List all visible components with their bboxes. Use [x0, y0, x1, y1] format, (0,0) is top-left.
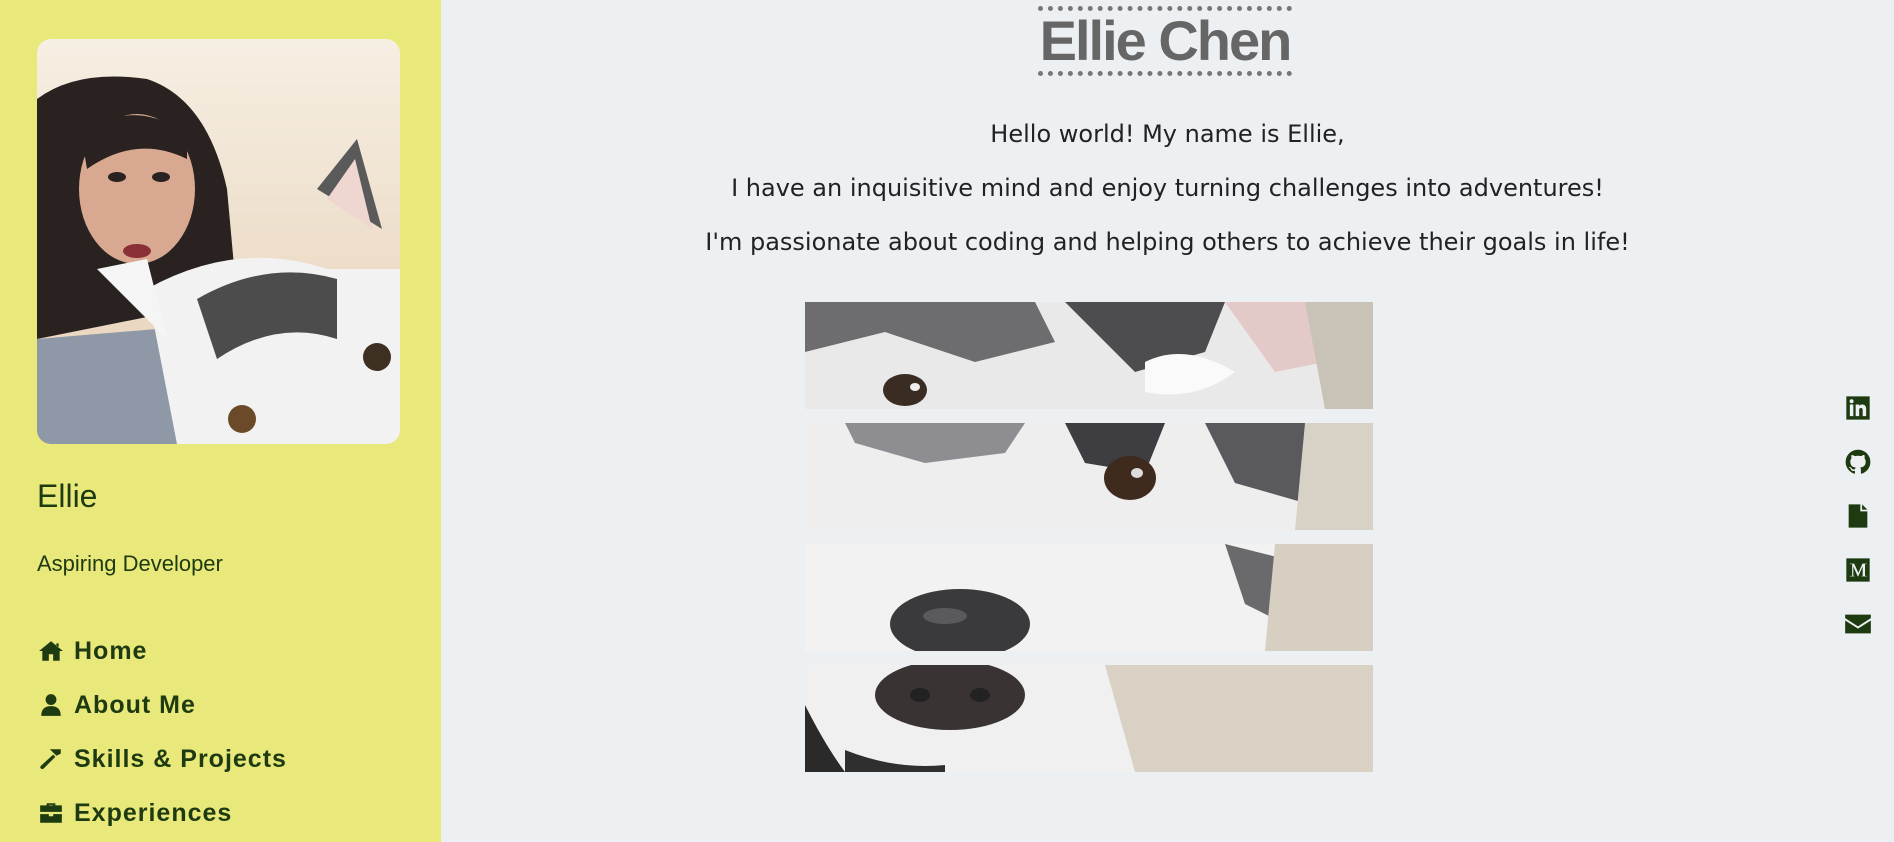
resume-link[interactable] — [1843, 502, 1873, 556]
nav-item-experiences[interactable]: Experiences — [37, 786, 287, 840]
envelope-icon — [1845, 614, 1871, 634]
nav-item-label: About Me — [74, 690, 196, 719]
nav-item-about-me[interactable]: About Me — [37, 678, 287, 732]
intro-text: Hello world! My name is Ellie, I have an… — [441, 116, 1894, 278]
nav-item-home[interactable]: Home — [37, 624, 287, 678]
linkedin-link[interactable] — [1843, 394, 1873, 448]
page-title-text: Ellie Chen — [1037, 6, 1293, 76]
github-link[interactable] — [1843, 448, 1873, 502]
home-icon — [37, 637, 65, 665]
nav-item-skills-projects[interactable]: Skills & Projects — [37, 732, 287, 786]
sidebar-nav: Home About Me Skills & Projects Experien… — [37, 624, 287, 840]
file-icon — [1848, 504, 1868, 528]
intro-line: I'm passionate about coding and helping … — [705, 228, 1630, 256]
nav-item-label: Experiences — [74, 798, 233, 827]
user-icon — [37, 691, 65, 719]
profile-name: Ellie — [37, 478, 98, 514]
medium-icon — [1846, 558, 1870, 582]
medium-link[interactable] — [1843, 556, 1873, 610]
linkedin-icon — [1846, 396, 1870, 420]
photo-strip-1 — [805, 302, 1373, 409]
husky-photo-strips — [805, 302, 1373, 786]
github-icon — [1845, 449, 1871, 474]
profile-role: Aspiring Developer — [37, 551, 223, 576]
briefcase-icon — [37, 799, 65, 827]
intro-line: I have an inquisitive mind and enjoy tur… — [731, 174, 1604, 202]
nav-item-label: Home — [74, 636, 148, 665]
sidebar: Ellie Aspiring Developer Home About Me S… — [0, 0, 441, 842]
email-link[interactable] — [1843, 610, 1873, 664]
nav-item-label: Skills & Projects — [74, 744, 287, 773]
hammer-icon — [37, 745, 65, 773]
social-links — [1843, 394, 1873, 664]
intro-line: Hello world! My name is Ellie, — [990, 120, 1345, 148]
profile-photo — [37, 39, 400, 444]
photo-strip-3 — [805, 544, 1373, 651]
photo-strip-4 — [805, 665, 1373, 772]
photo-strip-2 — [805, 423, 1373, 530]
